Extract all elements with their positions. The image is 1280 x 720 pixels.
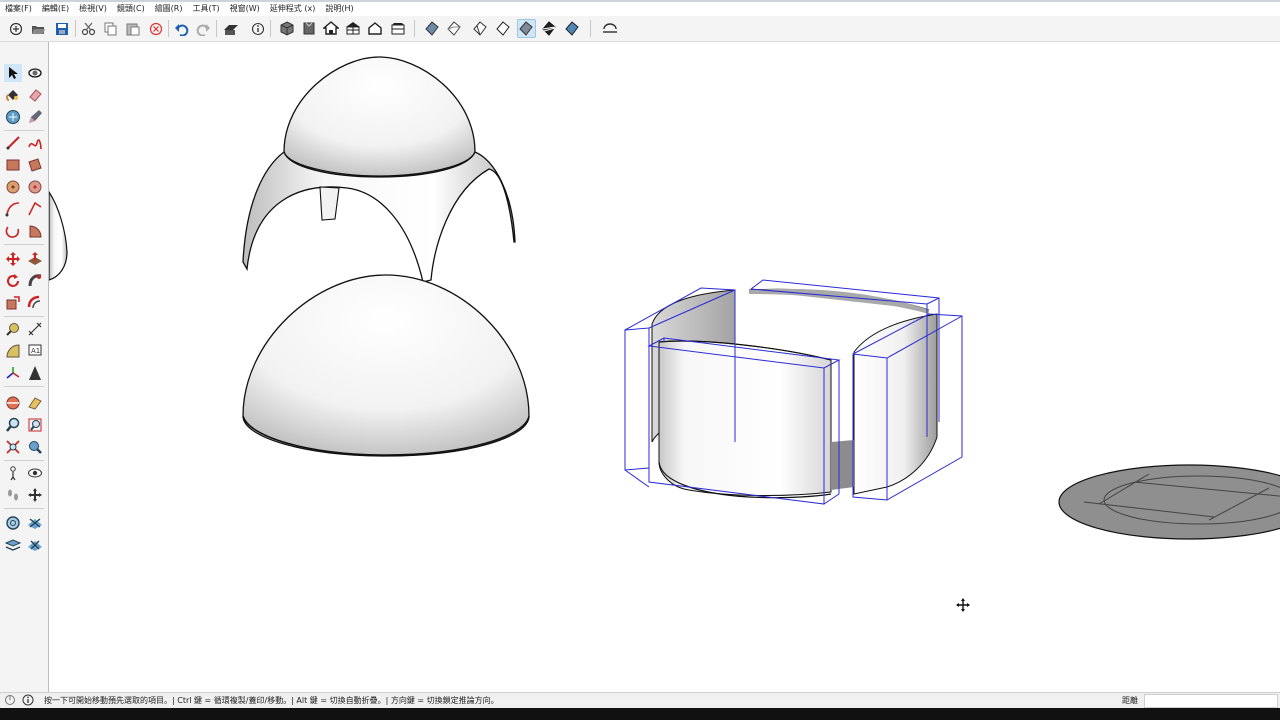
info-icon[interactable] (22, 694, 34, 706)
pie-tool-icon[interactable] (26, 222, 44, 240)
orbit-tool-icon[interactable] (26, 64, 44, 82)
rectangle-tool-icon[interactable] (4, 156, 22, 174)
cut-icon[interactable] (79, 19, 98, 38)
save-icon[interactable] (52, 19, 71, 38)
zoom-tool-icon[interactable] (4, 416, 22, 434)
sandbox-from-contours-icon[interactable] (4, 514, 22, 532)
monochrome-style-icon[interactable] (540, 19, 559, 38)
menu-edit[interactable]: 編輯(E) (37, 2, 74, 16)
offset-tool-icon[interactable] (26, 294, 44, 312)
geo-location-icon[interactable] (4, 694, 16, 706)
stamp-icon[interactable] (26, 536, 44, 554)
zoom-window-icon[interactable] (26, 416, 44, 434)
model-info-icon[interactable] (248, 19, 267, 38)
shaded-style-icon[interactable] (494, 19, 513, 38)
dimension-tool-icon[interactable] (26, 320, 44, 338)
svg-text:A1: A1 (31, 347, 40, 355)
bottom-black-bar (0, 708, 1280, 720)
rotate-tool-icon[interactable] (4, 272, 22, 290)
menu-help[interactable]: 說明(H) (320, 2, 358, 16)
left-view-icon[interactable] (388, 19, 407, 38)
top-view-icon[interactable] (299, 19, 318, 38)
circle-tool-icon[interactable] (4, 178, 22, 196)
paste-icon[interactable] (123, 19, 142, 38)
section-plane-icon[interactable] (4, 394, 22, 412)
redo-icon[interactable] (194, 19, 213, 38)
scale-tool-icon[interactable] (4, 294, 22, 312)
wireframe-style-icon[interactable] (445, 19, 464, 38)
xray-style-icon[interactable] (423, 19, 442, 38)
pencil-tool-icon[interactable] (26, 108, 44, 126)
menu-view[interactable]: 檢視(V) (74, 2, 112, 16)
eraser-icon[interactable] (26, 86, 44, 104)
axes-tool-icon[interactable] (4, 364, 22, 382)
erase-icon[interactable] (146, 19, 165, 38)
upper-dome-cap[interactable] (283, 56, 476, 178)
previous-view-icon[interactable] (26, 438, 44, 456)
menu-extensions[interactable]: 延伸程式 (x) (265, 2, 321, 16)
status-hint-text: 按一下可開始移動預先選取的項目。| Ctrl 鍵 = 循環複製/蓋印/移動。| … (44, 696, 499, 705)
warehouse-icon[interactable] (600, 19, 619, 38)
hemisphere-dome[interactable] (242, 274, 530, 457)
move-tool-icon[interactable] (4, 250, 22, 268)
iso-view-icon[interactable] (277, 19, 296, 38)
push-pull-icon[interactable] (26, 250, 44, 268)
menu-draw[interactable]: 繪圖(R) (150, 2, 188, 16)
partial-dome-left[interactable] (49, 190, 68, 281)
three-point-arc-icon[interactable] (4, 222, 22, 240)
copy-icon[interactable] (101, 19, 120, 38)
status-bar: 按一下可開始移動預先選取的項目。| Ctrl 鍵 = 循環複製/蓋印/移動。| … (0, 692, 1280, 708)
menu-tools[interactable]: 工具(T) (188, 2, 225, 16)
hidden-line-style-icon[interactable] (471, 19, 490, 38)
follow-me-icon[interactable] (26, 272, 44, 290)
components-icon[interactable] (4, 108, 22, 126)
walk-icon[interactable] (4, 486, 22, 504)
two-point-arc-icon[interactable] (26, 200, 44, 218)
drawing-viewport[interactable] (49, 42, 1280, 692)
position-camera-icon[interactable] (4, 464, 22, 482)
rotated-rectangle-icon[interactable] (26, 156, 44, 174)
front-view-icon[interactable] (321, 19, 340, 38)
select-tool-icon[interactable] (4, 64, 22, 82)
flat-disc[interactable] (1058, 464, 1280, 540)
main-toolbar (0, 16, 1280, 42)
measurements-box[interactable] (1144, 694, 1278, 708)
look-around-icon[interactable] (26, 464, 44, 482)
walk-section-icon[interactable] (26, 394, 44, 412)
pan-icon[interactable] (26, 486, 44, 504)
line-tool-icon[interactable] (4, 134, 22, 152)
menu-file[interactable]: 檔案(F) (0, 2, 37, 16)
menu-window[interactable]: 視窗(W) (225, 2, 265, 16)
sandbox-from-scratch-icon[interactable] (26, 514, 44, 532)
distance-label: 距離 (1122, 696, 1138, 705)
protractor-icon[interactable] (4, 342, 22, 360)
open-folder-icon[interactable] (29, 19, 48, 38)
right-view-icon[interactable] (343, 19, 362, 38)
xray-shaded-style-icon[interactable] (563, 19, 582, 38)
new-file-icon[interactable] (6, 19, 25, 38)
shaded-textures-style-icon[interactable] (517, 19, 536, 38)
paint-bucket-icon[interactable] (4, 86, 22, 104)
print-icon[interactable] (221, 19, 240, 38)
menu-bar: 檔案(F) 編輯(E) 檢視(V) 鏡頭(C) 繪圖(R) 工具(T) 視窗(W… (0, 2, 1280, 16)
undo-icon[interactable] (172, 19, 191, 38)
arc-tool-icon[interactable] (4, 200, 22, 218)
cylinder-segments-selected[interactable] (624, 279, 963, 505)
freehand-tool-icon[interactable] (26, 134, 44, 152)
text-tool-icon[interactable]: A1 (26, 342, 44, 360)
3d-text-icon[interactable] (26, 364, 44, 382)
zoom-extents-icon[interactable] (4, 438, 22, 456)
back-view-icon[interactable] (365, 19, 384, 38)
tape-measure-icon[interactable] (4, 320, 22, 338)
left-tool-palette: A1 (0, 42, 49, 692)
menu-camera[interactable]: 鏡頭(C) (112, 2, 150, 16)
smoove-icon[interactable] (4, 536, 22, 554)
polygon-tool-icon[interactable] (26, 178, 44, 196)
move-cursor-icon (956, 598, 970, 612)
